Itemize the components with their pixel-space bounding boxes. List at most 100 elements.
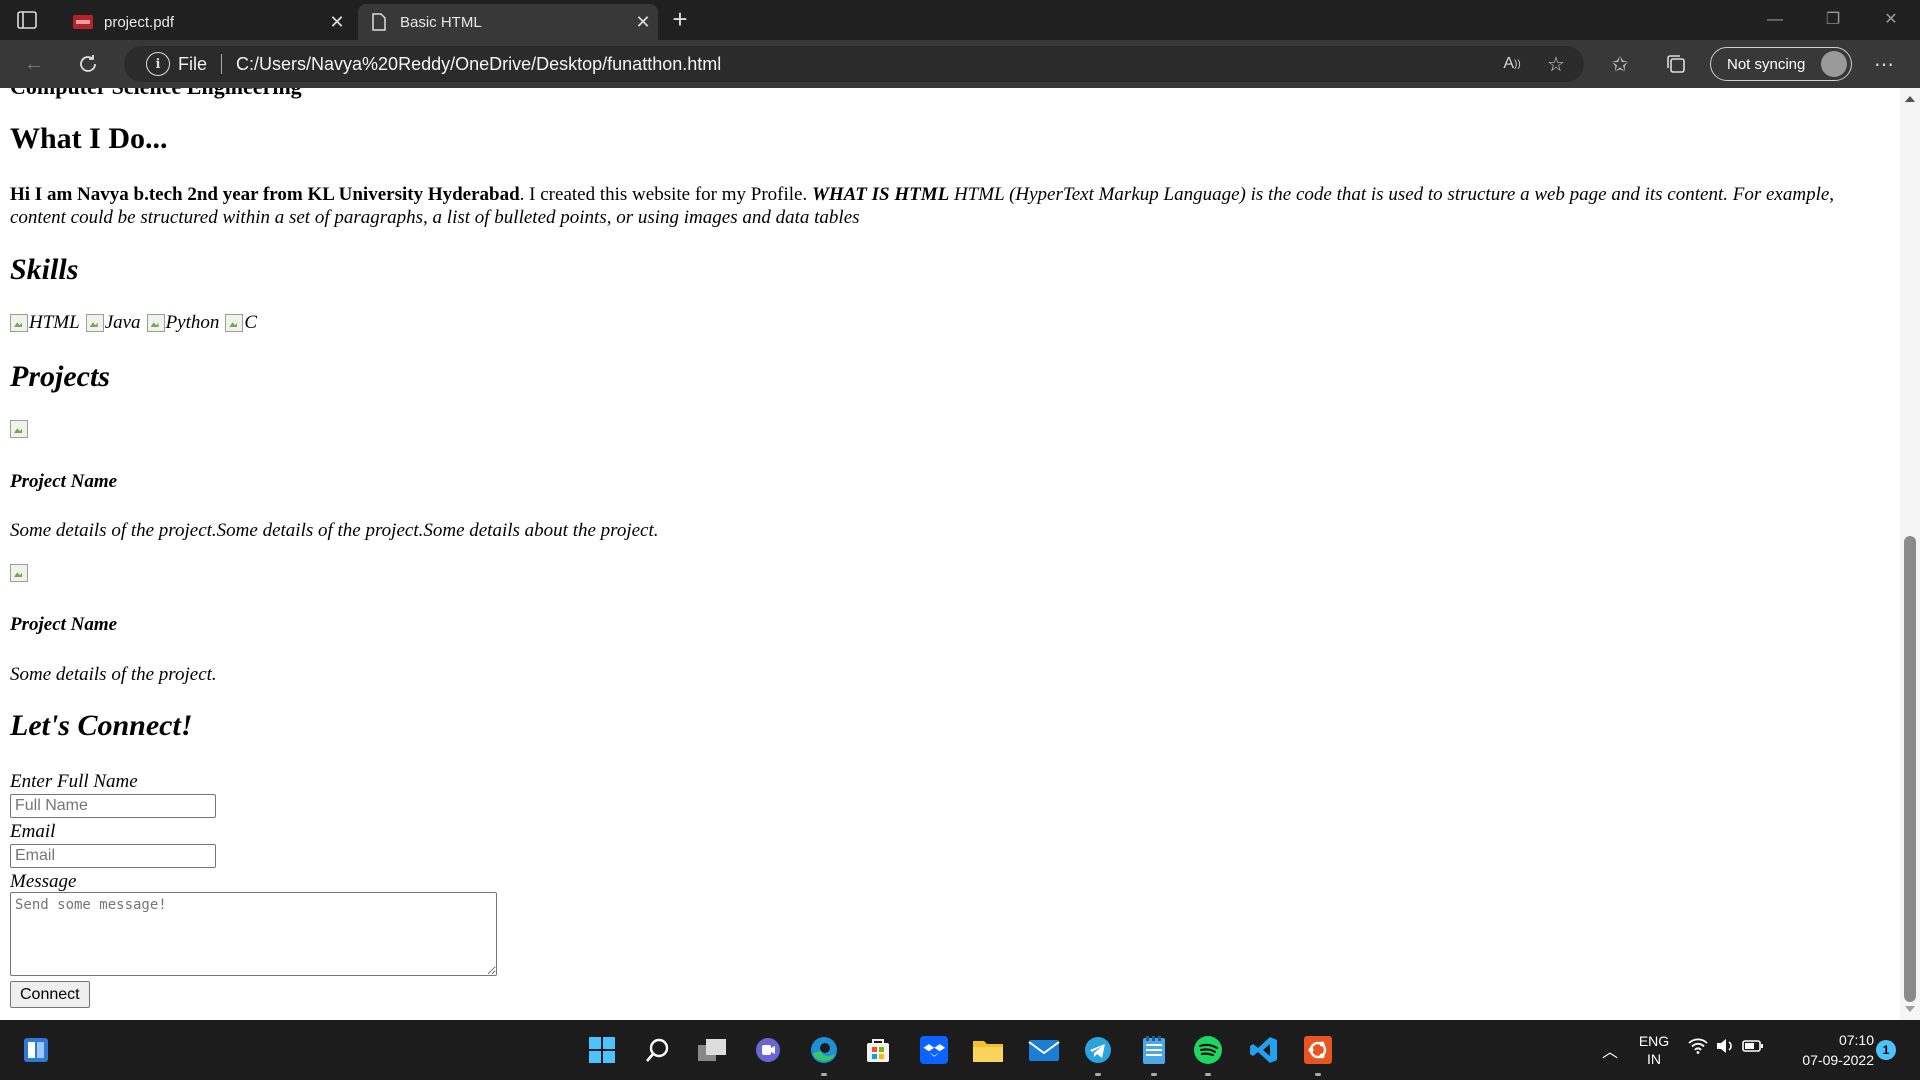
lang-top: ENG bbox=[1638, 1033, 1670, 1049]
battery-icon bbox=[1742, 1038, 1764, 1059]
edge-icon[interactable] bbox=[806, 1032, 842, 1076]
projects-heading: Projects bbox=[10, 360, 110, 393]
site-info-icon[interactable]: i bbox=[146, 52, 170, 76]
taskbar: ︿ ENG IN 07:10 07-09-2022 1 bbox=[0, 1020, 1920, 1080]
read-aloud-icon[interactable]: A)) bbox=[1496, 48, 1528, 80]
tab-label: Basic HTML bbox=[400, 13, 482, 31]
restore-icon[interactable]: ❐ bbox=[1810, 6, 1856, 34]
skill-java-image: Java bbox=[85, 312, 141, 334]
address-bar[interactable]: i File C:/Users/Navya%20Reddy/OneDrive/D… bbox=[124, 46, 1584, 82]
time-text: 07:10 bbox=[1838, 1032, 1874, 1048]
scrollbar-thumb[interactable] bbox=[1904, 536, 1916, 1002]
skill-c-image: C bbox=[225, 312, 257, 334]
full-name-input[interactable] bbox=[10, 794, 216, 818]
project-1-details: Some details of the project.Some details… bbox=[10, 520, 659, 541]
connect-button[interactable]: Connect bbox=[10, 981, 90, 1008]
show-hidden-icons-icon[interactable]: ︿ bbox=[1592, 1032, 1628, 1068]
add-favorite-icon[interactable]: ☆ bbox=[1540, 48, 1572, 80]
scroll-down-icon[interactable] bbox=[1905, 1006, 1915, 1012]
tab-strip: project.pdf ✕ Basic HTML ✕ + — ❐ ✕ bbox=[0, 0, 1920, 40]
start-icon[interactable] bbox=[584, 1032, 620, 1068]
project-2-details: Some details of the project. bbox=[10, 664, 217, 685]
tab-basic-html[interactable]: Basic HTML ✕ bbox=[358, 4, 658, 40]
close-window-icon[interactable]: ✕ bbox=[1868, 6, 1914, 34]
intro-bold-italic: WHAT IS HTML bbox=[811, 184, 950, 205]
tab-actions-icon[interactable] bbox=[14, 8, 40, 32]
telegram-icon[interactable] bbox=[1080, 1032, 1116, 1076]
clock[interactable]: 07:10 07-09-2022 bbox=[1778, 1030, 1874, 1070]
system-tray-icons[interactable] bbox=[1688, 1038, 1764, 1059]
profile-button[interactable]: Not syncing bbox=[1710, 47, 1852, 81]
connect-heading: Let's Connect! bbox=[10, 709, 193, 742]
running-indicator bbox=[821, 1073, 827, 1076]
url-text[interactable]: C:/Users/Navya%20Reddy/OneDrive/Desktop/… bbox=[236, 54, 721, 75]
dropbox-icon[interactable] bbox=[916, 1032, 952, 1068]
profile-label: Not syncing bbox=[1727, 55, 1806, 73]
skills-heading: Skills bbox=[10, 253, 79, 286]
collections-icon[interactable] bbox=[1660, 48, 1692, 80]
contact-form: Enter Full Name Email Message Connect bbox=[10, 771, 497, 1008]
teams-chat-icon[interactable] bbox=[750, 1032, 786, 1068]
project-2-image bbox=[10, 564, 28, 582]
email-input[interactable] bbox=[10, 844, 216, 868]
broken-image-icon bbox=[85, 314, 104, 332]
skill-html-image: HTML bbox=[10, 312, 80, 334]
project-1-name: Project Name bbox=[10, 471, 118, 492]
pdf-icon bbox=[72, 14, 94, 30]
project-2-name: Project Name bbox=[10, 614, 118, 635]
close-tab-icon[interactable]: ✕ bbox=[628, 12, 658, 33]
email-label: Email bbox=[10, 821, 56, 842]
url-scheme: File bbox=[178, 53, 208, 74]
intro-bold: Hi I am Navya b.tech 2nd year from KL Un… bbox=[10, 184, 520, 205]
message-textarea[interactable] bbox=[10, 892, 497, 976]
tab-label: project.pdf bbox=[104, 13, 175, 31]
notification-badge[interactable]: 1 bbox=[1876, 1040, 1896, 1060]
scroll-up-icon[interactable] bbox=[1905, 96, 1915, 102]
vertical-scrollbar[interactable] bbox=[1900, 88, 1920, 1020]
broken-image-icon bbox=[225, 314, 244, 332]
avatar bbox=[1821, 51, 1847, 77]
more-icon[interactable]: ⋯ bbox=[1868, 48, 1900, 80]
back-icon[interactable]: ← bbox=[18, 48, 50, 80]
favorites-icon[interactable]: ✩ bbox=[1604, 48, 1636, 80]
partial-heading: Computer Science Engineering bbox=[10, 88, 302, 100]
broken-image-icon bbox=[146, 314, 165, 332]
date-text: 07-09-2022 bbox=[1802, 1052, 1874, 1068]
message-label: Message bbox=[10, 871, 77, 892]
spotify-icon[interactable] bbox=[1190, 1032, 1226, 1076]
notepad-icon[interactable] bbox=[1136, 1032, 1172, 1076]
mail-icon[interactable] bbox=[1026, 1032, 1062, 1068]
store-icon[interactable] bbox=[860, 1032, 896, 1068]
intro-paragraph: Hi I am Navya b.tech 2nd year from KL Un… bbox=[10, 183, 1890, 229]
intro-text: . I created this website for my Profile. bbox=[519, 184, 812, 205]
minimize-icon[interactable]: — bbox=[1752, 6, 1798, 34]
divider bbox=[221, 54, 223, 74]
vscode-icon[interactable] bbox=[1246, 1032, 1282, 1068]
skill-python-image: Python bbox=[146, 312, 219, 334]
running-indicator bbox=[1095, 1073, 1101, 1076]
skills-list: HTML Java Python C bbox=[10, 312, 257, 334]
wifi-icon bbox=[1688, 1038, 1708, 1059]
name-label: Enter Full Name bbox=[10, 771, 138, 792]
page-viewport: Computer Science Engineering What I Do..… bbox=[0, 88, 1900, 1020]
refresh-icon[interactable] bbox=[72, 48, 104, 80]
running-indicator bbox=[1151, 1073, 1157, 1076]
close-tab-icon[interactable]: ✕ bbox=[322, 12, 352, 33]
project-1-image bbox=[10, 420, 28, 438]
file-explorer-icon[interactable] bbox=[970, 1032, 1006, 1068]
ubuntu-icon[interactable] bbox=[1300, 1032, 1336, 1076]
broken-image-icon bbox=[10, 314, 28, 332]
search-icon[interactable] bbox=[640, 1032, 676, 1068]
running-indicator bbox=[1205, 1073, 1211, 1076]
widgets-icon[interactable] bbox=[18, 1032, 54, 1068]
running-indicator bbox=[1315, 1073, 1321, 1076]
page-icon bbox=[368, 13, 390, 31]
task-view-icon[interactable] bbox=[694, 1032, 730, 1068]
volume-icon bbox=[1716, 1038, 1734, 1059]
new-tab-button[interactable]: + bbox=[666, 6, 694, 34]
what-i-do-heading: What I Do... bbox=[10, 122, 168, 155]
language-indicator[interactable]: ENG IN bbox=[1634, 1032, 1674, 1068]
lang-bottom: IN bbox=[1647, 1051, 1661, 1067]
tab-project-pdf[interactable]: project.pdf ✕ bbox=[62, 4, 352, 40]
browser-toolbar: ← i File C:/Users/Navya%20Reddy/OneDrive… bbox=[0, 40, 1920, 88]
